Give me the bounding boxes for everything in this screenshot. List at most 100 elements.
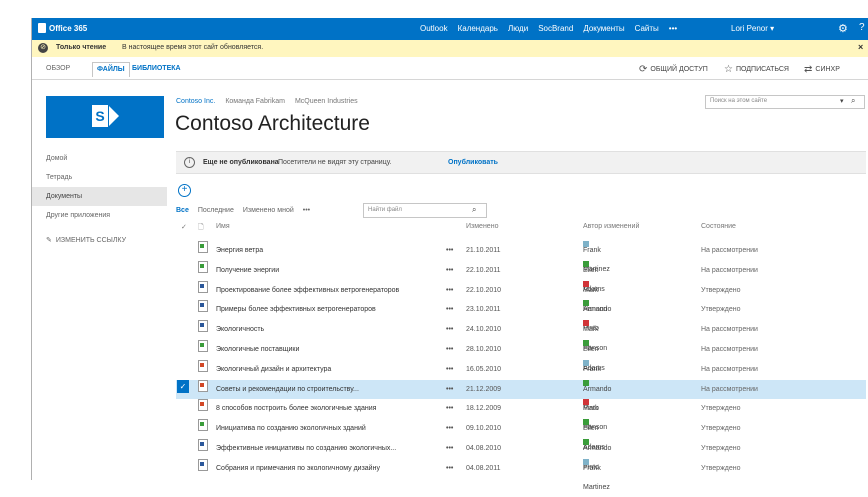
row-name[interactable]: Энергия ветра [216,241,263,260]
view-more[interactable]: ••• [303,207,310,214]
close-icon[interactable]: × [858,42,863,52]
header-modified-by[interactable]: Автор изменений [583,223,639,230]
user-menu[interactable]: Lori Penor ▾ [731,24,774,33]
ellipsis-icon[interactable]: ••• [446,340,453,359]
ellipsis-icon[interactable]: ••• [446,419,453,438]
view-recent[interactable]: Последние [198,207,234,214]
ellipsis-icon[interactable]: ••• [446,281,453,300]
gear-icon[interactable]: ⚙ [838,22,848,35]
file-search-placeholder: Найти файл [368,207,402,213]
ellipsis-icon[interactable]: ••• [446,380,453,399]
edit-links-button[interactable]: ✎ ИЗМЕНИТЬ ССЫЛКУ [46,236,126,245]
breadcrumb-contoso[interactable]: Contoso Inc. [176,98,215,105]
table-row[interactable]: Собрания и примечания по экологичному ди… [176,458,866,491]
row-name[interactable]: Собрания и примечания по экологичному ди… [216,459,380,478]
ellipsis-icon[interactable]: ••• [446,320,453,339]
search-icon[interactable]: ⌕ [851,96,855,106]
row-modified: 22.10.2010 [466,286,502,294]
row-name[interactable]: Экологичность [216,320,264,339]
ellipsis-icon[interactable]: ••• [446,439,453,458]
row-modified: 24.10.2010 [466,326,502,334]
breadcrumb-mcqueen[interactable]: McQueen Industries [295,98,358,105]
row-name[interactable]: Экологичный дизайн и архитектура [216,360,331,379]
tab-files[interactable]: ФАЙЛЫ [92,62,130,77]
notice-text: Посетители не видят эту страницу. [278,159,392,166]
suite-nav-sites[interactable]: Сайты [635,24,659,33]
document-type-mark [200,402,204,407]
tab-library[interactable]: БИБЛИОТЕКА [132,65,181,72]
suite-nav-documents[interactable]: Документы [583,24,624,33]
file-search-input[interactable]: Найти файл ⌕ [363,203,487,218]
tab-overview[interactable]: ОБЗОР [46,65,70,72]
table-row[interactable]: Эффективные инициативы по созданию эколо… [176,438,866,471]
select-all-check-icon[interactable]: ✓ [181,223,187,231]
ellipsis-icon[interactable]: ••• [446,459,453,478]
site-search-input[interactable]: Поиск на этом сайте ▾ ⌕ [705,95,865,109]
document-icon [198,438,208,451]
search-icon[interactable]: ⌕ [472,205,476,215]
nav-item-notebook[interactable]: Тетрадь [32,168,167,187]
page-title: Contoso Architecture [175,112,370,135]
row-name[interactable]: Экологичные поставщики [216,340,299,359]
plus-circle-icon[interactable]: + [178,184,191,197]
row-name[interactable]: Проектирование более эффективных ветроге… [216,281,399,300]
row-name[interactable]: Советы и рекомендации по строительству..… [216,380,359,399]
table-row[interactable]: Получение энергии ••• 22.10.2011 Ellen Adam… [176,260,866,293]
view-modified-by-me[interactable]: Изменено мной [243,207,294,214]
table-row[interactable]: Экологичный дизайн и архитектура ••• 16.05… [176,359,866,392]
suite-nav-socbrand[interactable]: SocBrand [538,24,573,33]
document-icon [198,320,208,333]
help-icon[interactable]: ? [859,22,865,33]
row-modified: 28.10.2010 [466,345,502,353]
table-row[interactable]: Инициатива по созданию экологичных здани… [176,419,866,451]
row-name[interactable]: Инициатива по созданию экологичных здани… [216,419,366,438]
ellipsis-icon[interactable]: ••• [446,300,453,319]
ellipsis-icon[interactable]: ••• [446,399,453,418]
row-name[interactable]: 8 способов построить более экологичные з… [216,399,376,418]
suite-nav-outlook[interactable]: Outlook [420,24,448,33]
chevron-down-icon[interactable]: ▾ [840,97,844,105]
header-name[interactable]: Имя [216,223,230,230]
header-state[interactable]: Состояние [701,223,736,230]
table-row[interactable]: ✓ Советы и рекомендации по строительству.… [176,379,866,412]
suite-nav-more[interactable]: ••• [669,24,677,33]
ellipsis-icon[interactable]: ••• [446,241,453,260]
publish-link[interactable]: Опубликовать [448,159,498,166]
row-name[interactable]: Примеры более эффективных ветрогенератор… [216,300,376,319]
row-state: Утверждено [701,425,741,433]
row-name[interactable]: Эффективные инициативы по созданию эколо… [216,439,396,458]
brand-label: Office 365 [49,23,88,33]
nav-item-documents[interactable]: Документы [32,187,167,206]
suite-nav-calendar[interactable]: Календарь [458,24,498,33]
breadcrumb-fabrikam[interactable]: Команда Fabrikam [225,98,285,105]
document-type-mark [200,263,204,268]
nav-item-home[interactable]: Домой [32,149,167,168]
header-modified[interactable]: Изменено [466,223,498,230]
table-row[interactable]: Примеры более эффективных ветрогенератор… [176,300,866,332]
document-type-mark [200,283,204,288]
office365-logo[interactable]: Office 365 [38,23,87,33]
document-type-mark [200,323,204,328]
document-icon [198,359,208,372]
row-name[interactable]: Получение энергии [216,261,279,280]
ellipsis-icon[interactable]: ••• [446,360,453,379]
site-logo[interactable]: S [46,96,164,138]
table-row[interactable]: Экологичные поставщики ••• 28.10.2010 Ellen… [176,339,866,372]
document-type-mark [200,244,204,248]
suite-nav-people[interactable]: Люди [508,24,528,33]
document-type-mark [200,342,204,347]
suite-nav: Outlook Календарь Люди SocBrand Документ… [420,24,677,33]
nav-item-other-apps[interactable]: Другие приложения [32,206,167,225]
share-button[interactable]: ⟳ ОБЩИЙ ДОСТУП [639,64,708,75]
follow-button[interactable]: ☆ ПОДПИСАТЬСЯ [724,64,789,75]
view-all[interactable]: Все [176,207,189,214]
table-row[interactable]: Проектирование более эффективных ветроге… [176,280,866,313]
table-row[interactable]: 8 способов построить более экологичные з… [176,399,866,431]
ellipsis-icon[interactable]: ••• [446,261,453,280]
sync-button[interactable]: ⇄ СИНХР [804,64,840,75]
table-row[interactable]: Энергия ветра ••• 21.10.2011 Frank Martinez… [176,241,866,273]
table-row[interactable]: Экологичность ••• 24.10.2010 Mark Hanson На … [176,320,866,352]
sharepoint-arrow-icon [109,106,119,126]
row-state: Утверждено [701,464,741,472]
row-check-icon[interactable]: ✓ [177,379,189,393]
